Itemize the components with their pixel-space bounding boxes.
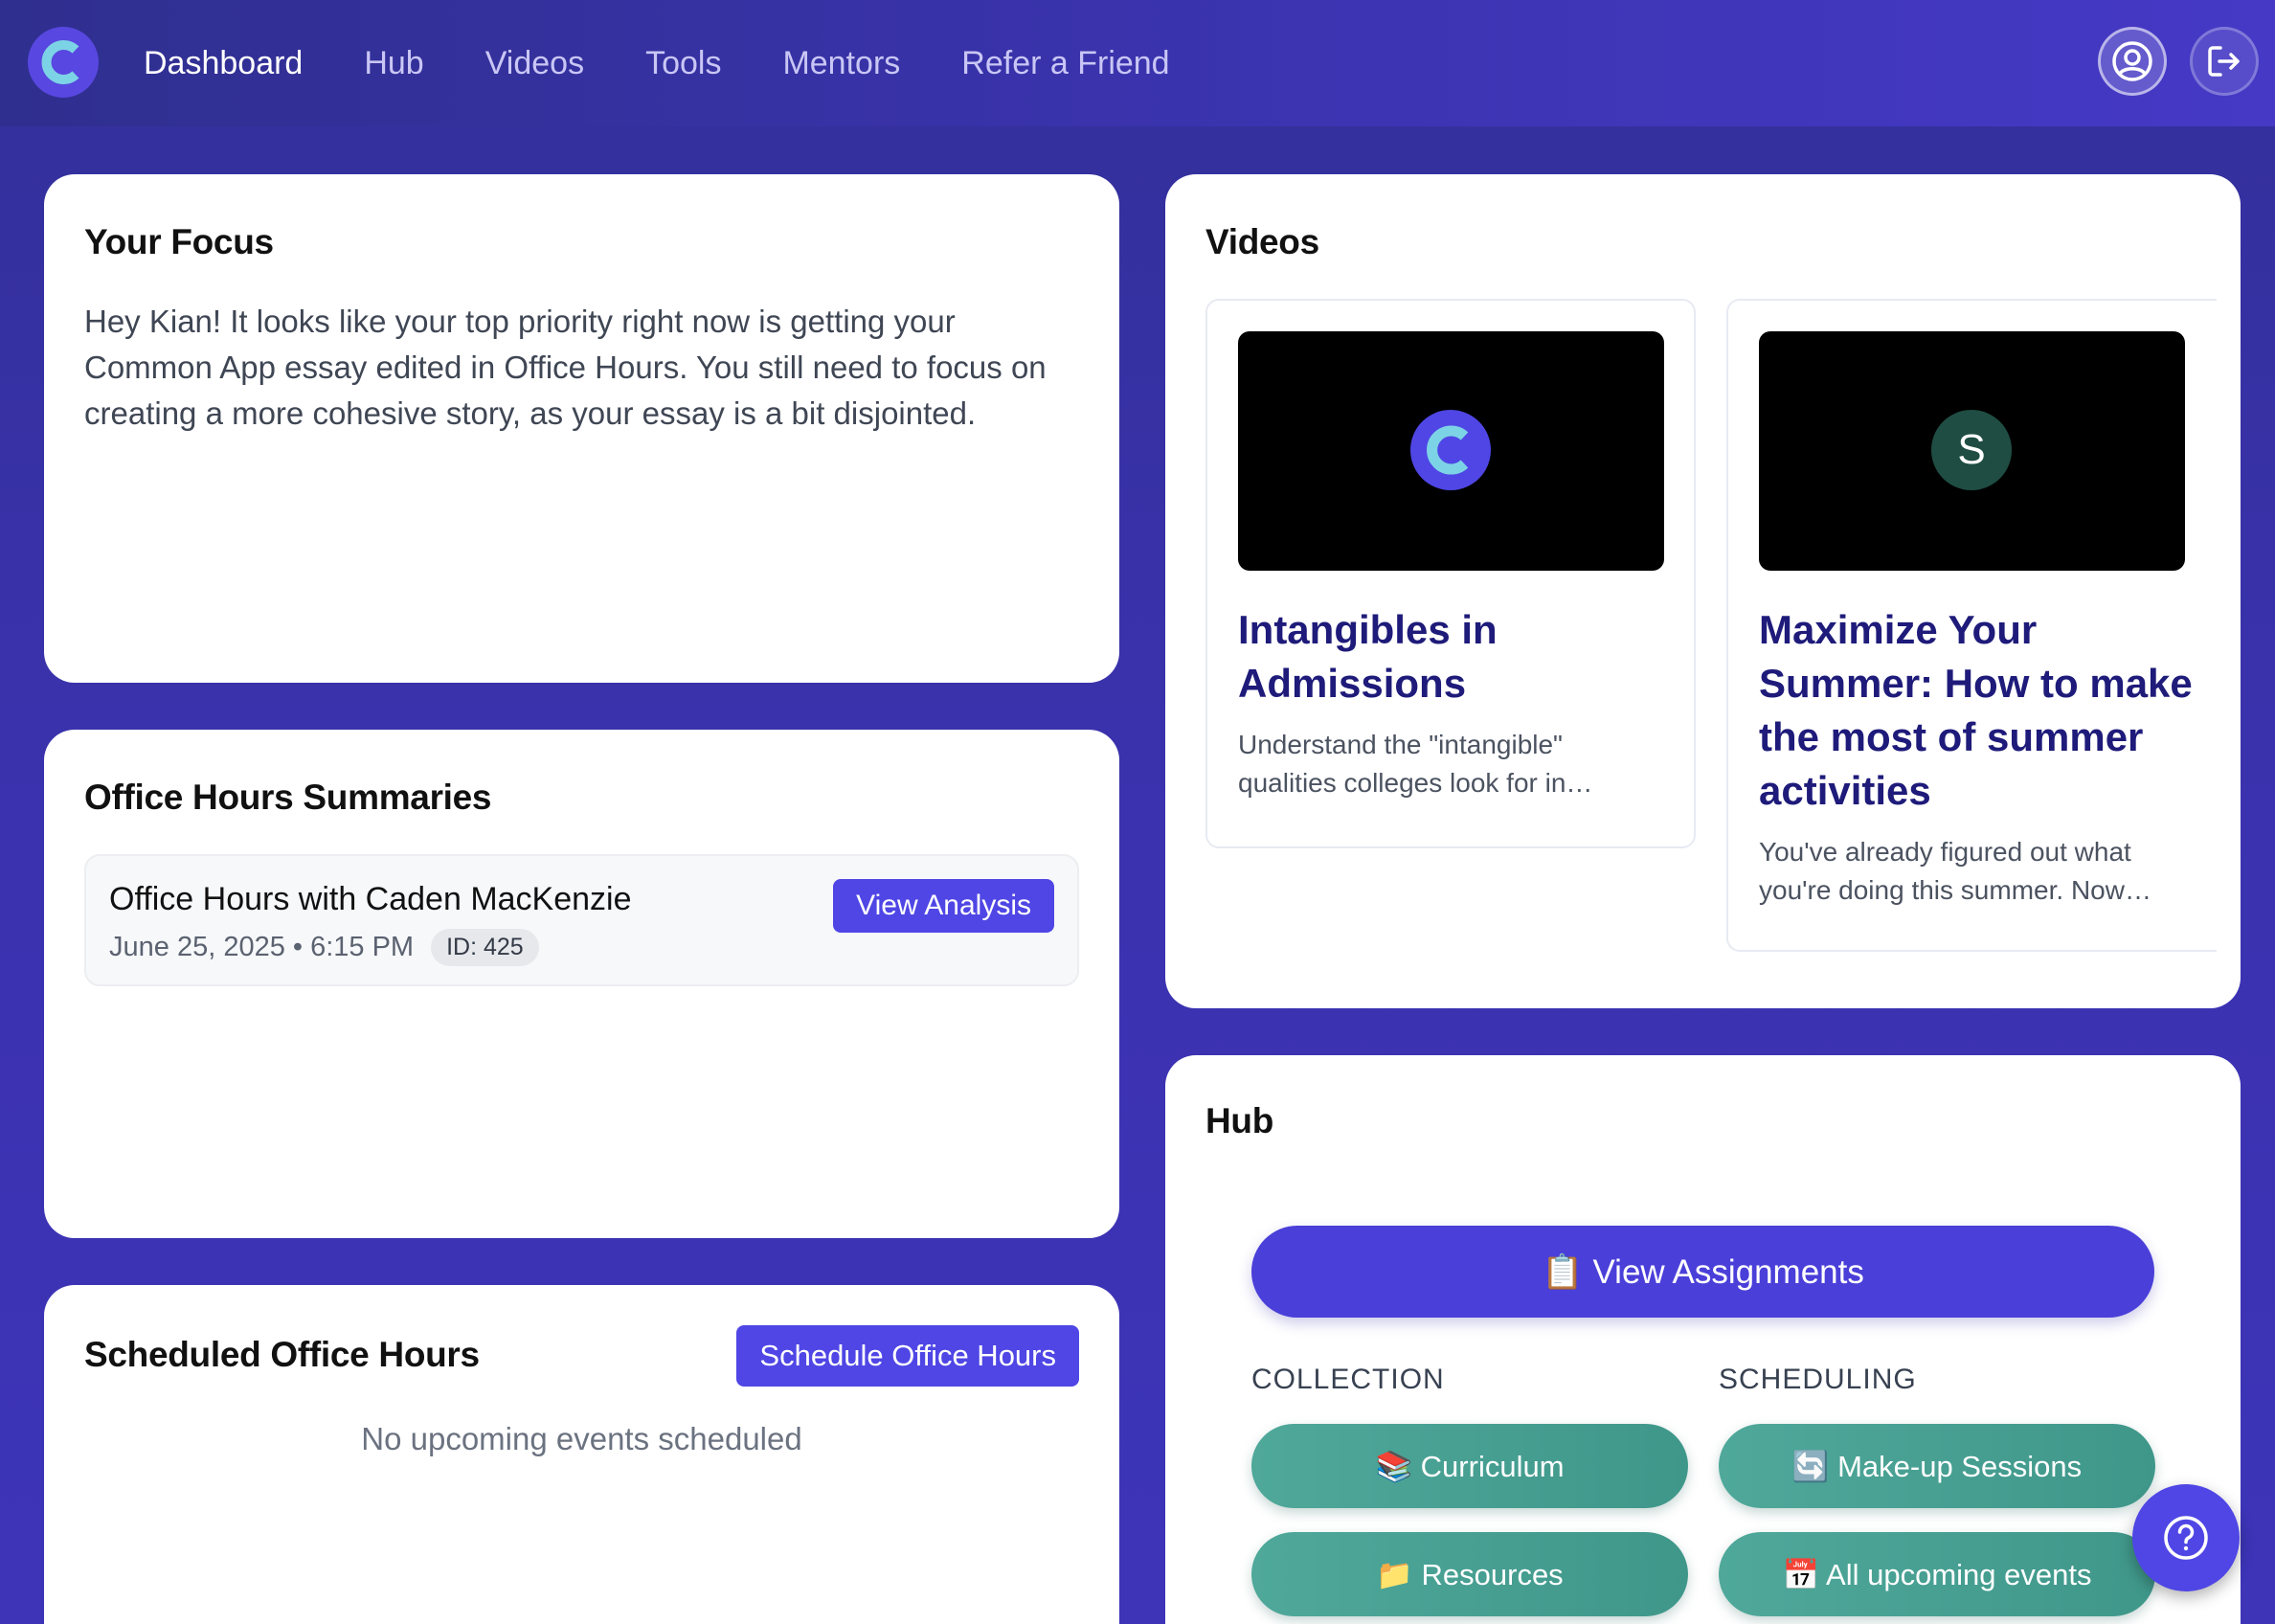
nav-tools[interactable]: Tools bbox=[645, 45, 721, 82]
curriculum-button[interactable]: 📚 Curriculum bbox=[1251, 1424, 1688, 1508]
hub-title: Hub bbox=[1205, 1101, 1274, 1140]
help-button[interactable] bbox=[2132, 1484, 2240, 1591]
resources-button[interactable]: 📁 Resources bbox=[1251, 1532, 1688, 1616]
view-assignments-button[interactable]: 📋 View Assignments bbox=[1251, 1226, 2154, 1318]
nav-dashboard[interactable]: Dashboard bbox=[144, 45, 303, 82]
video-card-intangibles[interactable]: Intangibles in Admissions Understand the… bbox=[1205, 299, 1696, 848]
summary-date: June 25, 2025 • 6:15 PM bbox=[109, 932, 415, 962]
summary-title: Office Hours with Caden MacKenzie bbox=[109, 881, 632, 917]
video-card-maximize-summer[interactable]: S Maximize Your Summer: How to make the … bbox=[1726, 299, 2217, 952]
view-analysis-button[interactable]: View Analysis bbox=[833, 879, 1054, 933]
makeup-sessions-button[interactable]: 🔄 Make-up Sessions bbox=[1719, 1424, 2155, 1508]
user-circle-icon bbox=[2112, 41, 2152, 81]
scheduled-office-hours-card: Scheduled Office Hours Schedule Office H… bbox=[44, 1285, 1119, 1624]
video-title[interactable]: Maximize Your Summer: How to make the mo… bbox=[1759, 603, 2199, 818]
your-focus-text: Hey Kian! It looks like your top priorit… bbox=[84, 304, 1047, 431]
main-nav: Dashboard Hub Videos Tools Mentors Refer… bbox=[144, 0, 1231, 126]
summary-id-badge: ID: 425 bbox=[431, 929, 539, 966]
scheduled-office-hours-title: Scheduled Office Hours bbox=[84, 1335, 480, 1374]
videos-card: Videos Intangibles in Admissions Underst… bbox=[1165, 174, 2241, 1008]
your-focus-card: Your Focus Hey Kian! It looks like your … bbox=[44, 174, 1119, 683]
top-navigation-bar: Dashboard Hub Videos Tools Mentors Refer… bbox=[0, 0, 2275, 126]
channel-avatar: S bbox=[1931, 410, 2012, 490]
hub-card: Hub 📋 View Assignments COLLECTION SCHEDU… bbox=[1165, 1055, 2241, 1624]
video-thumbnail[interactable]: S bbox=[1759, 331, 2185, 571]
profile-button[interactable] bbox=[2098, 27, 2167, 96]
your-focus-title: Your Focus bbox=[84, 222, 274, 261]
no-events-message: No upcoming events scheduled bbox=[361, 1421, 802, 1456]
video-description: Understand the "intangible" qualities co… bbox=[1238, 730, 1593, 798]
collection-label: COLLECTION bbox=[1251, 1364, 1445, 1395]
nav-mentors[interactable]: Mentors bbox=[782, 45, 900, 82]
app-logo-icon[interactable] bbox=[28, 27, 99, 98]
logout-button[interactable] bbox=[2190, 27, 2259, 96]
summary-meta: June 25, 2025 • 6:15 PM ID: 425 bbox=[109, 929, 539, 966]
office-hours-summary-item: Office Hours with Caden MacKenzie June 2… bbox=[84, 854, 1079, 986]
scheduling-label: SCHEDULING bbox=[1719, 1364, 1917, 1395]
nav-refer-a-friend[interactable]: Refer a Friend bbox=[961, 45, 1169, 82]
all-upcoming-events-button[interactable]: 📅 All upcoming events bbox=[1719, 1532, 2155, 1616]
nav-hub[interactable]: Hub bbox=[364, 45, 423, 82]
nav-videos[interactable]: Videos bbox=[485, 45, 584, 82]
logout-icon bbox=[2208, 46, 2240, 77]
video-description: You've already figured out what you're d… bbox=[1759, 837, 2151, 905]
office-hours-summaries-title: Office Hours Summaries bbox=[84, 778, 492, 817]
videos-title: Videos bbox=[1205, 222, 1319, 261]
help-icon bbox=[2164, 1516, 2208, 1560]
office-hours-summaries-card: Office Hours Summaries Office Hours with… bbox=[44, 730, 1119, 1238]
video-thumbnail[interactable] bbox=[1238, 331, 1664, 571]
schedule-office-hours-button[interactable]: Schedule Office Hours bbox=[736, 1325, 1079, 1387]
video-title[interactable]: Intangibles in Admissions bbox=[1238, 603, 1678, 710]
channel-logo-icon bbox=[1410, 410, 1491, 490]
